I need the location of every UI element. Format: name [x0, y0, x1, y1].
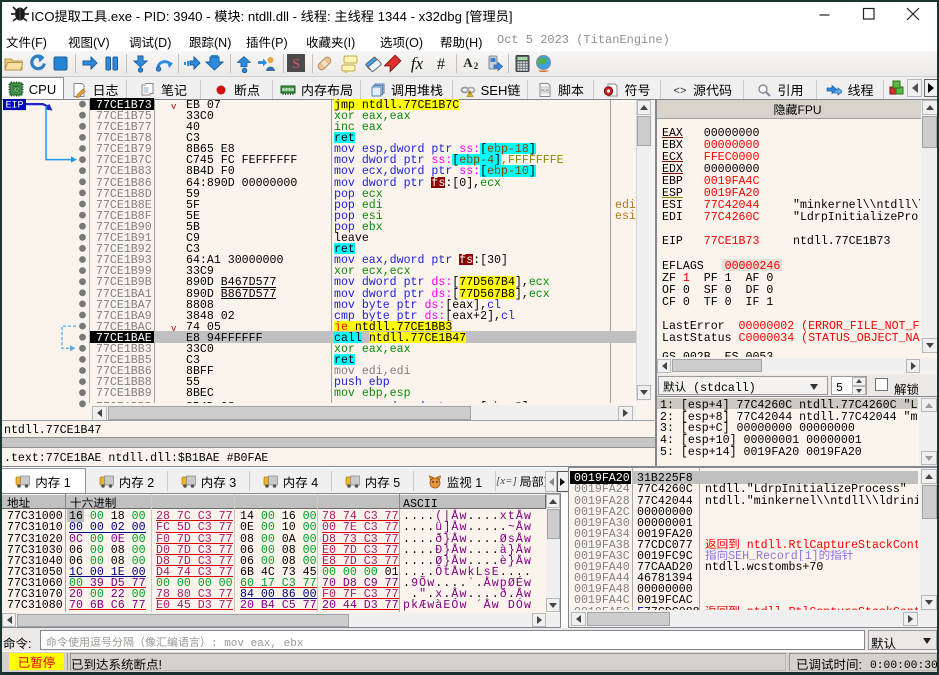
svg-text:EIP: EIP	[5, 101, 23, 112]
svg-text:<>: <>	[542, 86, 548, 94]
svg-text:#: #	[437, 56, 445, 73]
svg-text:S: S	[292, 57, 300, 72]
svg-text:!: !	[469, 91, 470, 98]
svg-text:fx: fx	[410, 54, 423, 73]
svg-text:<>: <>	[673, 86, 686, 98]
svg-text:2: 2	[473, 61, 478, 71]
svg-text:A: A	[463, 55, 473, 70]
svg-text:32: 32	[13, 87, 19, 93]
